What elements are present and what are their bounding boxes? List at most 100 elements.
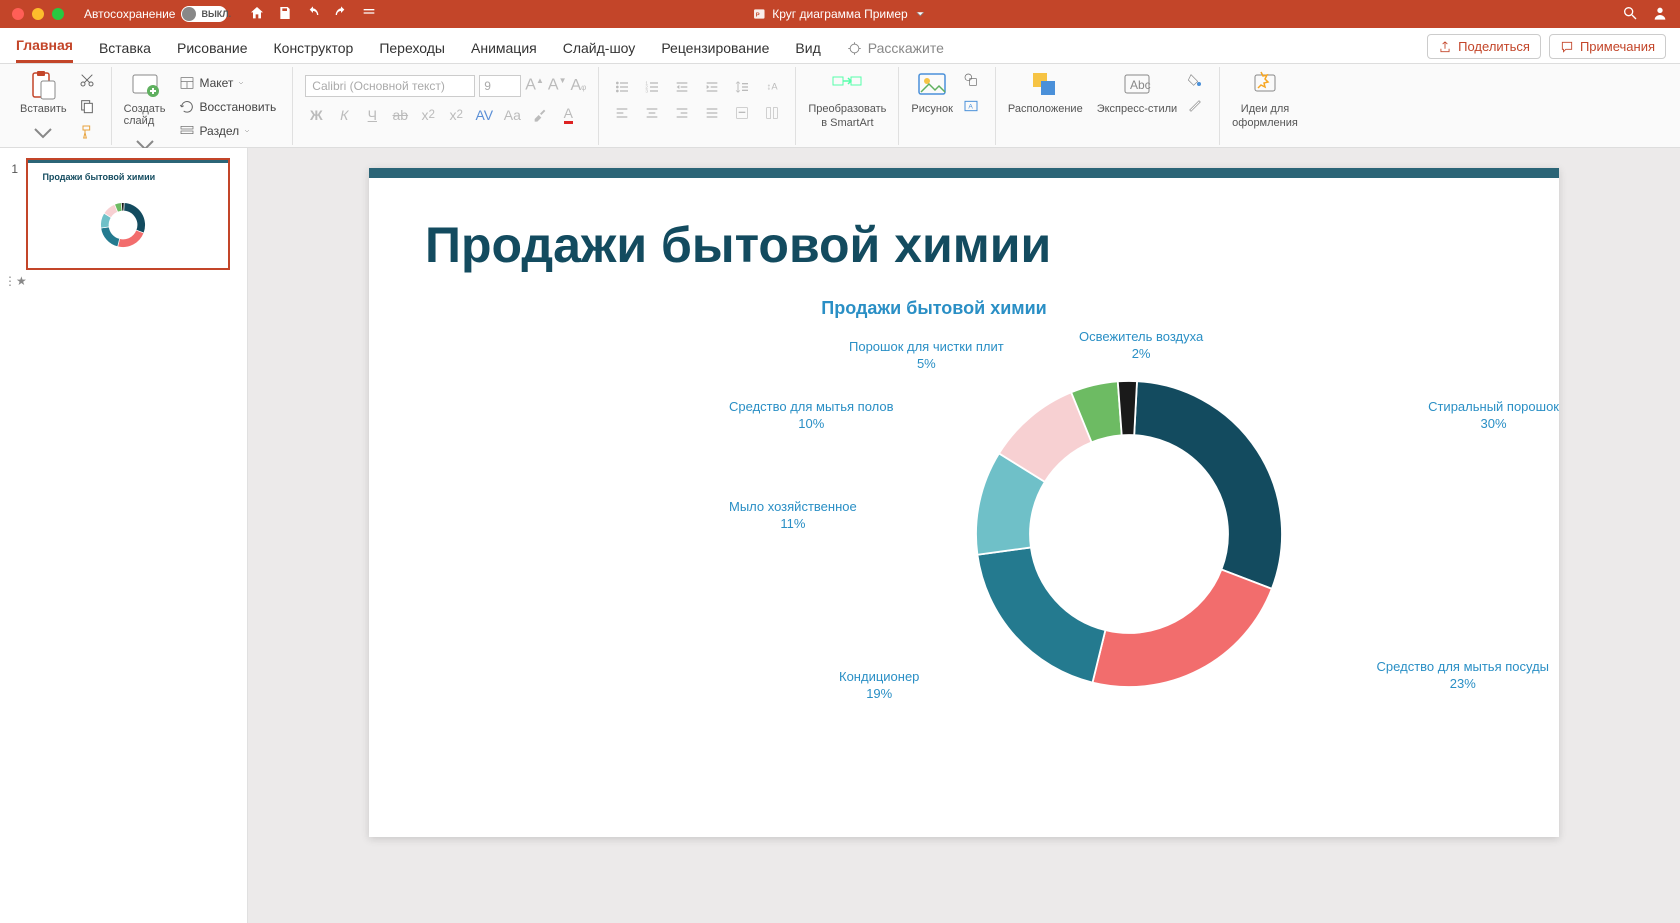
tab-draw[interactable]: Рисование — [177, 32, 248, 63]
thumb-title: Продажи бытовой химии — [42, 172, 155, 182]
undo-icon[interactable] — [305, 5, 321, 24]
account-icon[interactable] — [1652, 5, 1668, 24]
new-slide-button[interactable]: Создать слайд — [124, 69, 166, 161]
copy-button[interactable] — [75, 95, 99, 117]
subscript-button[interactable]: x2 — [445, 105, 467, 125]
reset-button[interactable]: Восстановить — [175, 97, 280, 117]
data-label-1: Средство для мытья посуды23% — [1377, 659, 1549, 693]
data-label-4: Средство для мытья полов10% — [729, 399, 894, 433]
decrease-font-icon[interactable]: A▼ — [548, 76, 567, 94]
share-button[interactable]: Поделиться — [1427, 34, 1541, 59]
font-family-select[interactable] — [305, 75, 475, 97]
justify-button[interactable] — [701, 103, 723, 123]
quick-styles-button[interactable]: Abc Экспресс-стили — [1097, 69, 1177, 115]
tab-insert[interactable]: Вставка — [99, 32, 151, 63]
increase-font-icon[interactable]: A▲ — [525, 76, 544, 94]
thumb-donut-icon — [88, 190, 158, 260]
svg-text:↕A: ↕A — [767, 81, 779, 91]
search-icon[interactable] — [1622, 5, 1638, 24]
picture-button[interactable]: Рисунок — [911, 69, 953, 115]
tab-animations[interactable]: Анимация — [471, 32, 537, 63]
data-label-6: Освежитель воздуха2% — [1079, 329, 1203, 363]
thumbnail-1[interactable]: Продажи бытовой химии — [26, 158, 230, 270]
tab-slideshow[interactable]: Слайд-шоу — [563, 32, 636, 63]
redo-icon[interactable] — [333, 5, 349, 24]
window-controls — [0, 8, 64, 20]
columns-button[interactable] — [761, 103, 783, 123]
save-icon[interactable] — [277, 5, 293, 24]
italic-button[interactable]: К — [333, 105, 355, 125]
chevron-down-icon — [914, 7, 928, 21]
tab-design[interactable]: Конструктор — [274, 32, 354, 63]
font-color-button[interactable]: A — [557, 105, 579, 125]
bold-button[interactable]: Ж — [305, 105, 327, 125]
autosave-label: Автосохранение — [84, 7, 175, 21]
qat-overflow-icon[interactable] — [361, 5, 377, 24]
svg-text:Abc: Abc — [1130, 78, 1151, 92]
numbering-button[interactable]: 123 — [641, 77, 663, 97]
layout-button[interactable]: Макет — [175, 73, 280, 93]
paste-button[interactable]: Вставить — [20, 69, 67, 149]
chevron-down-icon — [27, 117, 59, 149]
chart-title: Продажи бытовой химии — [369, 298, 1499, 319]
clear-formatting-icon[interactable]: Aφ — [570, 77, 586, 95]
comments-button[interactable]: Примечания — [1549, 34, 1666, 59]
ribbon-home: Вставить Создать слайд Макет Восстановит… — [0, 64, 1680, 148]
powerpoint-file-icon: P — [752, 7, 766, 21]
text-direction-button[interactable]: ↕A — [761, 77, 783, 97]
text-effects-button[interactable]: AV — [473, 105, 495, 125]
data-label-2: Кондиционер19% — [839, 669, 919, 703]
line-spacing-button[interactable] — [731, 77, 753, 97]
align-center-button[interactable] — [641, 103, 663, 123]
increase-indent-button[interactable] — [701, 77, 723, 97]
slide-thumbnails: 1 Продажи бытовой химии ⋮★ — [0, 148, 248, 923]
superscript-button[interactable]: x2 — [417, 105, 439, 125]
document-title[interactable]: P Круг диаграмма Пример — [752, 7, 927, 21]
slide-canvas[interactable]: Продажи бытовой химии Продажи бытовой хи… — [248, 148, 1680, 923]
decrease-indent-button[interactable] — [671, 77, 693, 97]
align-right-button[interactable] — [671, 103, 693, 123]
autosave-toggle[interactable]: Автосохранение ВЫКЛ. — [84, 6, 227, 22]
cut-button[interactable] — [75, 69, 99, 91]
align-vertical-button[interactable] — [731, 103, 753, 123]
tab-review[interactable]: Рецензирование — [661, 32, 769, 63]
tab-home[interactable]: Главная — [16, 29, 73, 63]
change-case-button[interactable]: Aa — [501, 105, 523, 125]
slide[interactable]: Продажи бытовой химии Продажи бытовой хи… — [369, 168, 1559, 837]
zoom-window-icon[interactable] — [52, 8, 64, 20]
titlebar: Автосохранение ВЫКЛ. P Круг диаграмма Пр… — [0, 0, 1680, 28]
minimize-window-icon[interactable] — [32, 8, 44, 20]
slide-accent-bar — [369, 168, 1559, 178]
font-size-select[interactable] — [479, 75, 521, 97]
bullets-button[interactable] — [611, 77, 633, 97]
autosave-switch[interactable]: ВЫКЛ. — [181, 6, 227, 22]
svg-text:A: A — [968, 103, 973, 110]
data-label-0: Стиральный порошок30% — [1428, 399, 1559, 433]
ribbon-tabs: Главная Вставка Рисование Конструктор Пе… — [0, 28, 1680, 64]
strikethrough-button[interactable]: ab — [389, 105, 411, 125]
convert-smartart-button[interactable]: Преобразовать в SmartArt — [808, 69, 886, 129]
close-window-icon[interactable] — [12, 8, 24, 20]
align-left-button[interactable] — [611, 103, 633, 123]
animation-indicator-icon: ⋮★ — [4, 274, 239, 288]
design-ideas-button[interactable]: Идеи для оформления — [1232, 69, 1298, 129]
section-button[interactable]: Раздел — [175, 121, 280, 141]
donut-chart: Стиральный порошок30% Средство для мытья… — [819, 329, 1439, 739]
svg-text:3: 3 — [646, 88, 649, 93]
tab-view[interactable]: Вид — [795, 32, 820, 63]
tell-me[interactable]: Расскажите — [847, 32, 944, 63]
underline-button[interactable]: Ч — [361, 105, 383, 125]
data-label-3: Мыло хозяйственное11% — [729, 499, 857, 533]
workspace: 1 Продажи бытовой химии ⋮★ Продажи бытов… — [0, 148, 1680, 923]
shapes-button[interactable] — [959, 69, 983, 91]
chart[interactable]: Продажи бытовой химии Стиральный порошок… — [369, 298, 1499, 739]
shape-outline-button[interactable] — [1183, 95, 1207, 117]
arrange-button[interactable]: Расположение — [1008, 69, 1083, 115]
tab-transitions[interactable]: Переходы — [379, 32, 445, 63]
shape-fill-button[interactable] — [1183, 69, 1207, 91]
home-icon[interactable] — [249, 5, 265, 24]
slide-title[interactable]: Продажи бытовой химии — [425, 216, 1051, 274]
highlight-button[interactable] — [529, 105, 551, 125]
format-painter-button[interactable] — [75, 121, 99, 143]
textbox-button[interactable]: A — [959, 95, 983, 117]
